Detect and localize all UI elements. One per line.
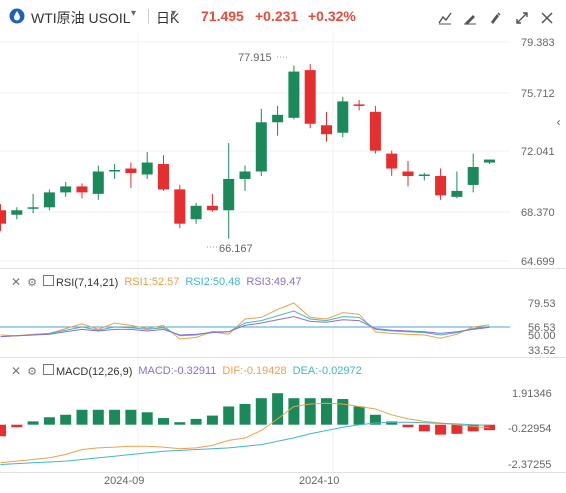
y-tick-label: 64.699: [521, 256, 555, 268]
candle-body: [467, 167, 479, 185]
macd-bar: [288, 398, 300, 425]
dif-value: DIF:-0.19428: [222, 365, 287, 377]
macd-bar: [43, 417, 55, 425]
macd-bar: [239, 403, 251, 425]
candle-body: [109, 170, 121, 172]
macd-bar: [435, 424, 447, 435]
candle-body: [125, 168, 137, 173]
candle-body: [337, 101, 349, 133]
macd-bar: [92, 409, 104, 425]
macd-y-tick: -2.37255: [508, 459, 551, 471]
candle-body: [174, 189, 186, 224]
candle-body: [484, 159, 495, 163]
candle-body: [141, 162, 153, 175]
macd-bar: [0, 424, 6, 437]
macd-y-tick: -0.22954: [508, 423, 551, 435]
macd-bar: [418, 424, 430, 432]
macd-bar: [11, 424, 23, 428]
y-tick-label: 75.712: [521, 88, 555, 100]
macd-bar: [255, 398, 267, 425]
candle-body: [0, 210, 6, 224]
candle-body: [353, 104, 365, 106]
macd-bar: [402, 424, 414, 428]
candle-body: [272, 114, 284, 123]
indicator-box-icon: [42, 364, 54, 375]
candle-body: [402, 171, 414, 176]
rsi-y-tick: 33.52: [528, 345, 556, 357]
macd-bar: [125, 409, 137, 425]
macd-bar: [109, 409, 121, 425]
candle-body: [369, 111, 381, 151]
rsi-title[interactable]: RSI(7,14,21): [42, 275, 118, 289]
macd-bar: [60, 414, 72, 425]
y-tick-label: 72.041: [521, 146, 555, 158]
macd-bar: [304, 398, 316, 425]
candle-body: [386, 153, 398, 169]
candle-body: [288, 71, 300, 118]
dea-value: DEA:-0.02972: [292, 365, 362, 377]
candle-body: [304, 70, 316, 124]
macd-bar: [337, 399, 349, 425]
macd-bar: [27, 421, 39, 425]
candle-body: [321, 125, 332, 135]
candle-body: [11, 210, 23, 215]
gear-icon[interactable]: ⚙: [27, 365, 37, 378]
macd-bar: [451, 424, 463, 434]
macd-bar: [141, 412, 153, 425]
candle-body: [27, 207, 39, 209]
macd-bar: [174, 422, 186, 425]
close-icon[interactable]: ✕: [11, 275, 21, 289]
macd-bar: [76, 409, 88, 425]
gear-icon[interactable]: ⚙: [27, 276, 37, 289]
macd-bar: [272, 393, 284, 425]
candle-body: [418, 174, 430, 176]
rsi-y-tick: 79.53: [528, 298, 556, 310]
rsi-y-tick: 50.00: [528, 330, 556, 342]
rsi-legend: ✕ ⚙ RSI(7,14,21) RSI1:52.57 RSI2:50.48 R…: [11, 275, 301, 289]
candle-body: [239, 171, 251, 179]
close-icon[interactable]: ✕: [11, 364, 21, 378]
macd-bar: [223, 406, 235, 425]
macd-value: MACD:-0.32911: [138, 365, 217, 377]
macd-bar: [321, 398, 332, 425]
macd-bar: [190, 418, 202, 425]
candle-body: [158, 164, 169, 190]
macd-bar: [353, 406, 365, 425]
candle-body: [190, 205, 202, 220]
dea-line: [0, 421, 490, 465]
x-tick-label: 2024-10: [299, 475, 339, 487]
candle-body: [451, 190, 463, 197]
high-price-label: 77.915: [238, 52, 272, 64]
macd-legend: ✕ ⚙ MACD(12,26,9) MACD:-0.32911 DIF:-0.1…: [11, 364, 362, 378]
rsi3-value: RSI3:49.47: [246, 276, 302, 288]
macd-bar: [158, 418, 169, 425]
candle-body: [76, 186, 88, 193]
candle-body: [255, 122, 267, 172]
macd-title[interactable]: MACD(12,26,9): [42, 364, 132, 378]
macd-y-tick: 1.91346: [512, 388, 552, 400]
candle-body: [206, 205, 218, 211]
candle-body: [60, 186, 72, 193]
rsi1-line: [0, 302, 490, 340]
rsi2-line: [0, 310, 490, 338]
candle-body: [43, 192, 55, 208]
candle-body: [435, 175, 447, 196]
y-tick-label: 79.383: [521, 37, 555, 49]
rsi2-value: RSI2:50.48: [185, 276, 241, 288]
y-tick-label: 68.370: [521, 207, 555, 219]
candle-body: [92, 171, 104, 194]
x-tick-label: 2024-09: [104, 475, 144, 487]
indicator-box-icon: [42, 275, 54, 286]
candle-body: [223, 178, 235, 211]
macd-bar: [206, 415, 218, 425]
price-chart[interactable]: 79.383 75.712 72.041 68.370 64.699 77.91…: [0, 0, 566, 493]
rsi1-value: RSI1:52.57: [124, 276, 180, 288]
low-price-label: 66.167: [219, 243, 253, 255]
